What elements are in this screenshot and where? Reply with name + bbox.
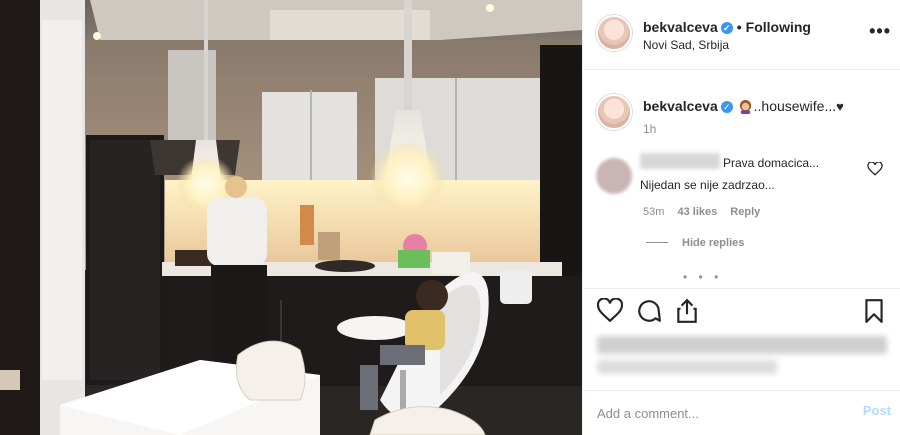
header-user-line: bekvalceva ✓ • Following	[643, 19, 811, 35]
comment-timestamp[interactable]: 53m	[643, 206, 664, 218]
woman-emoji-icon	[739, 99, 751, 114]
ellipsis-icon[interactable]: •••	[869, 22, 891, 40]
post-comment-button[interactable]: Post	[863, 403, 891, 418]
action-bar	[583, 288, 900, 332]
caption-timestamp[interactable]: 1h	[643, 122, 656, 136]
caption-text: bekvalceva ✓ ..housewife...♥	[643, 98, 844, 114]
verified-badge-icon: ✓	[720, 101, 733, 113]
commenter-avatar-blurred[interactable]	[596, 158, 632, 194]
post-photo[interactable]	[0, 0, 582, 435]
commenter-name-blurred[interactable]	[640, 153, 720, 169]
bookmark-icon[interactable]	[861, 298, 887, 324]
caption-username-link[interactable]: bekvalceva	[643, 98, 718, 114]
share-upload-icon[interactable]	[674, 298, 700, 324]
comment-reply-button[interactable]: Reply	[730, 206, 760, 218]
verified-badge-icon: ✓	[720, 22, 733, 34]
likes-summary-blurred[interactable]	[597, 336, 887, 354]
like-heart-icon[interactable]	[597, 298, 623, 324]
caption-body: ..housewife...	[753, 98, 837, 114]
comment-text-line2: Nijedan se nije zadrzao...	[640, 178, 775, 192]
avatar[interactable]	[596, 15, 632, 51]
location-link[interactable]: Novi Sad, Srbija	[643, 38, 729, 52]
caption-avatar[interactable]	[596, 94, 632, 130]
comment-bubble-icon[interactable]	[636, 298, 662, 324]
black-heart-emoji-icon: ♥	[836, 99, 844, 114]
add-comment-bar: Post	[583, 390, 900, 435]
post-header: bekvalceva ✓ • Following Novi Sad, Srbija •…	[583, 0, 900, 70]
comment-likes-count[interactable]: 43 likes	[677, 206, 717, 218]
comment-meta: 53m 43 likes Reply	[643, 206, 770, 218]
post-timestamp-blurred	[597, 360, 777, 374]
loading-dots: • • •	[683, 270, 723, 284]
username-link[interactable]: bekvalceva	[643, 19, 718, 35]
post-side-panel: bekvalceva ✓ • Following Novi Sad, Srbija •…	[582, 0, 900, 435]
comment-text-line1: Prava domacica...	[723, 156, 820, 170]
following-button[interactable]: Following	[746, 19, 811, 35]
replies-divider-line	[646, 242, 668, 243]
add-comment-input[interactable]	[597, 403, 837, 423]
hide-replies-button[interactable]: Hide replies	[646, 237, 744, 249]
comment-like-heart-icon[interactable]	[867, 162, 883, 176]
kitchen-photo-image	[0, 0, 582, 435]
separator-dot: •	[736, 19, 742, 35]
hide-replies-label: Hide replies	[682, 237, 745, 249]
